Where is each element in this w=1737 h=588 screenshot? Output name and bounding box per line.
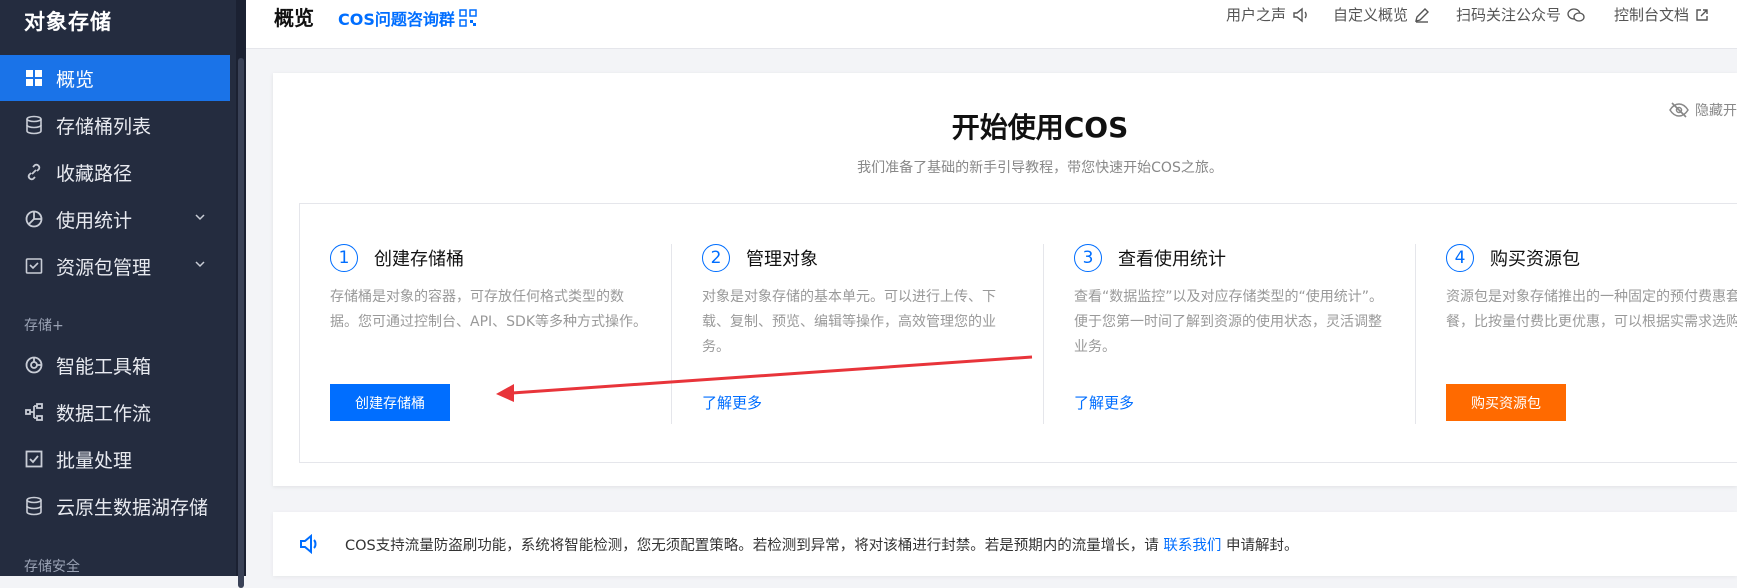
step-manage-objects: 2 管理对象 对象是对象存储的基本单元。可以进行上传、下载、复制、预览、编辑等操… (672, 204, 1044, 462)
step-usage-stats: 3 查看使用统计 查看“数据监控”以及对应存储类型的“使用统计”。便于您第一时间… (1044, 204, 1416, 462)
cos-group-link[interactable]: COS问题咨询群 (338, 6, 477, 30)
pie-chart-icon (24, 209, 44, 229)
learn-more-link[interactable]: 了解更多 (702, 392, 762, 413)
learn-more-link[interactable]: 了解更多 (1074, 392, 1134, 413)
step-number: 1 (330, 244, 358, 272)
step-description: 资源包是对象存储推出的一种固定的预付费惠套餐，比按量付费比更优惠，可以根据实需求… (1446, 289, 1737, 330)
edit-icon (1415, 7, 1430, 23)
hide-guide-label: 隐藏开 (1695, 103, 1737, 119)
toolbox-icon (24, 355, 44, 375)
console-docs-link[interactable]: 控制台文档 (1614, 4, 1709, 25)
datalake-icon (24, 496, 44, 516)
sidebar: 对象存储 概览 存储桶列表 收藏路径 使用统计 资源包管理 存储+ 智能工具箱 … (0, 0, 236, 576)
sidebar-item-label: 批量处理 (56, 449, 133, 472)
user-voice-link[interactable]: 用户之声 (1226, 4, 1310, 25)
wechat-icon (1567, 7, 1585, 22)
sidebar-item-label: 数据工作流 (56, 402, 152, 425)
step-number: 3 (1074, 244, 1102, 272)
chevron-down-icon (195, 214, 205, 221)
sidebar-item-toolbox[interactable]: 智能工具箱 (0, 342, 230, 388)
step-title: 管理对象 (746, 249, 818, 270)
speaker-icon (1293, 7, 1307, 22)
step-create-bucket: 1 创建存储桶 存储桶是对象的容器，可存放任何格式类型的数据。您可通过控制台、A… (300, 204, 672, 462)
sidebar-item-batch[interactable]: 批量处理 (0, 436, 230, 482)
custom-overview-link[interactable]: 自定义概览 (1333, 4, 1430, 25)
step-title: 查看使用统计 (1118, 249, 1226, 270)
sidebar-item-label: 智能工具箱 (56, 355, 152, 378)
steps-container: 1 创建存储桶 存储桶是对象的容器，可存放任何格式类型的数据。您可通过控制台、A… (299, 203, 1737, 463)
sidebar-item-usage-stats[interactable]: 使用统计 (0, 196, 230, 242)
step-buy-package: 4 购买资源包 资源包是对象存储推出的一种固定的预付费惠套餐，比按量付费比更优惠… (1416, 204, 1737, 462)
custom-overview-label: 自定义概览 (1333, 6, 1409, 24)
sidebar-scrollbar[interactable] (236, 0, 246, 588)
hero-title: 开始使用COS (951, 111, 1129, 144)
step-number: 4 (1446, 244, 1474, 272)
step-description: 存储桶是对象的容器，可存放任何格式类型的数据。您可通过控制台、API、SDK等多… (330, 289, 647, 330)
sidebar-item-overview[interactable]: 概览 (0, 55, 230, 101)
top-bar: 概览 COS问题咨询群 用户之声 自定义概览 扫码关注公众号 控制台文档 (246, 0, 1737, 49)
notice-message: COS支持流量防盗刷功能，系统将智能检测，您无须配置策略。若检测到异常，将对该桶… (345, 538, 1159, 554)
user-voice-label: 用户之声 (1226, 6, 1287, 24)
qrcode-icon (459, 9, 477, 27)
chevron-down-icon (195, 261, 205, 268)
sidebar-item-resource-package[interactable]: 资源包管理 (0, 243, 230, 289)
external-link-icon (1696, 8, 1708, 21)
workflow-icon (24, 402, 44, 422)
sidebar-item-label: 概览 (56, 68, 95, 91)
notice-suffix: 申请解封。 (1225, 538, 1299, 554)
speaker-icon (300, 534, 317, 554)
sidebar-item-label: 云原生数据湖存储 (56, 496, 209, 519)
buy-package-button[interactable]: 购买资源包 (1446, 384, 1566, 421)
section-label-storage-plus: 存储+ (24, 318, 64, 334)
sidebar-item-datalake[interactable]: 云原生数据湖存储 (0, 483, 230, 529)
step-title: 创建存储桶 (374, 249, 464, 270)
sidebar-item-workflow[interactable]: 数据工作流 (0, 389, 230, 435)
wechat-follow-link[interactable]: 扫码关注公众号 (1456, 4, 1585, 25)
package-icon (24, 256, 44, 276)
checkbox-icon (24, 449, 44, 469)
eye-off-icon (1669, 102, 1689, 118)
sidebar-item-label: 使用统计 (56, 209, 133, 232)
page-title: 概览 (274, 6, 314, 30)
dashboard-icon (24, 68, 44, 88)
cos-group-label: COS问题咨询群 (338, 10, 455, 29)
section-label-storage-security: 存储安全 (24, 559, 80, 575)
wechat-follow-label: 扫码关注公众号 (1456, 6, 1562, 24)
notice-banner: COS支持流量防盗刷功能，系统将智能检测，您无须配置策略。若检测到异常，将对该桶… (273, 512, 1737, 576)
create-bucket-button[interactable]: 创建存储桶 (330, 384, 450, 421)
console-docs-label: 控制台文档 (1614, 6, 1690, 24)
sidebar-item-label: 资源包管理 (56, 256, 152, 279)
app-brand: 对象存储 (24, 10, 112, 34)
step-description: 对象是对象存储的基本单元。可以进行上传、下载、复制、预览、编辑等操作，高效管理您… (702, 289, 996, 355)
notice-text: COS支持流量防盗刷功能，系统将智能检测，您无须配置策略。若检测到异常，将对该桶… (345, 534, 1298, 555)
contact-us-link[interactable]: 联系我们 (1163, 538, 1221, 554)
hero-subtitle: 我们准备了基础的新手引导教程，带您快速开始COS之旅。 (857, 160, 1223, 176)
hide-guide-button[interactable]: 隐藏开 (1669, 100, 1737, 120)
step-title: 购买资源包 (1490, 249, 1580, 270)
step-number: 2 (702, 244, 730, 272)
step-description: 查看“数据监控”以及对应存储类型的“使用统计”。便于您第一时间了解到资源的使用状… (1074, 289, 1384, 355)
